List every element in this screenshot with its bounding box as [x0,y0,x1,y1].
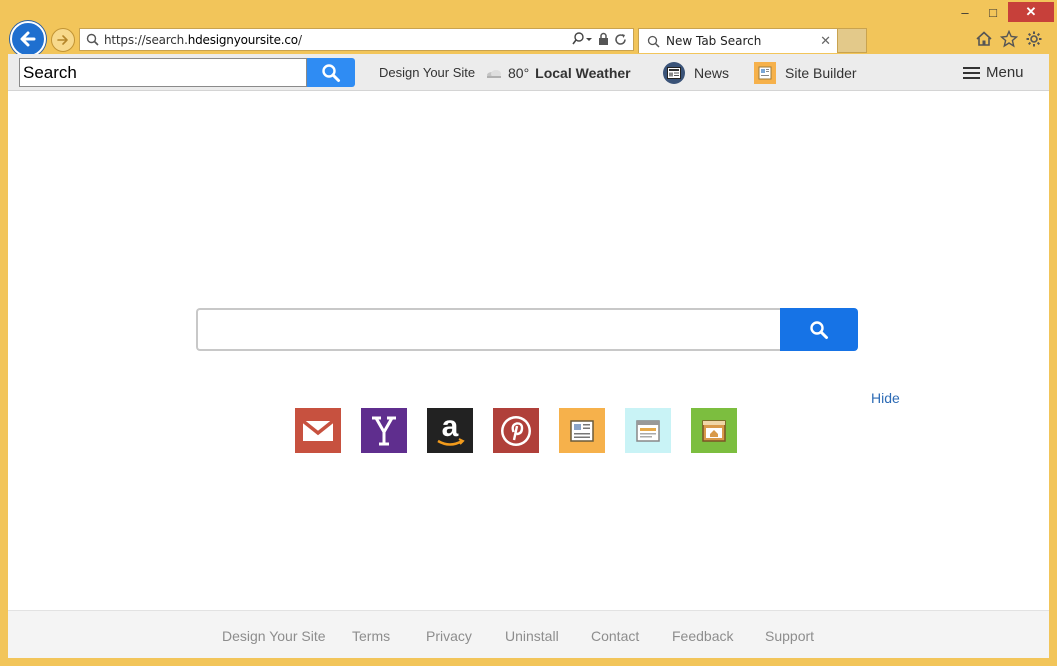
cloud-icon [487,69,501,78]
news-app-icon [570,419,594,442]
home-icon[interactable] [975,30,993,48]
footer-link-support[interactable]: Support [765,628,814,644]
shortcut-yahoo[interactable] [361,408,407,453]
pinterest-icon [501,415,531,446]
toolbar-menu[interactable]: Menu [963,54,1024,91]
forward-button[interactable] [51,28,75,52]
web-page-icon [636,419,660,442]
toolbar-search-button[interactable] [307,58,355,87]
refresh-icon[interactable] [614,33,627,46]
footer-link-contact[interactable]: Contact [591,628,639,644]
footer-link-feedback[interactable]: Feedback [672,628,733,644]
tab-title: New Tab Search [666,34,762,48]
page-content: Hide a [8,91,1049,610]
shortcut-gmail[interactable] [295,408,341,453]
weather-label: Local Weather [535,64,631,81]
new-tab-button[interactable] [838,28,867,53]
toolbar-brand[interactable]: Design Your Site [379,54,475,91]
footer-link-terms[interactable]: Terms [352,628,390,644]
shortcut-web-app[interactable] [625,408,671,453]
search-icon [80,33,104,46]
shortcut-home-app[interactable] [691,408,737,453]
favorites-star-icon[interactable] [1000,30,1018,48]
hide-shortcuts-link[interactable]: Hide [871,390,900,406]
site-builder-label: Site Builder [785,64,857,81]
toolbar-search-input[interactable]: Search [19,58,307,87]
shortcut-pinterest[interactable] [493,408,539,453]
lock-icon[interactable] [598,32,609,46]
tab-new-tab-search[interactable]: New Tab Search ✕ [638,28,838,53]
gmail-icon [302,419,334,441]
toolbar-news[interactable]: News [663,54,729,91]
search-icon [810,320,828,339]
address-tools [571,32,627,46]
back-button[interactable] [10,21,46,57]
close-window-button[interactable]: ✕ [1008,2,1054,22]
main-search-input[interactable] [196,308,781,351]
search-icon [322,63,340,82]
address-url[interactable]: https://search.hdesignyoursite.co/ [104,33,302,47]
search-dropdown-icon[interactable] [571,32,593,46]
toolbar-weather[interactable]: 80° Local Weather [486,54,631,91]
minimize-button[interactable]: – [948,2,982,22]
shortcut-amazon[interactable]: a [427,408,473,453]
settings-gear-icon[interactable] [1025,30,1043,48]
hamburger-menu-icon [963,66,980,79]
back-arrow-icon [20,31,36,47]
footer-link-uninstall[interactable]: Uninstall [505,628,559,644]
menu-label: Menu [986,64,1024,81]
footer-link-privacy[interactable]: Privacy [426,628,472,644]
site-builder-icon [754,61,776,84]
weather-temperature: 80° [508,64,530,81]
url-prefix: https://search. [104,32,188,47]
news-label: News [694,64,730,81]
main-search-button[interactable] [780,308,858,351]
tab-close-icon[interactable]: ✕ [820,33,831,49]
extension-toolbar: Search Design Your Site 80° Local Weathe… [8,54,1049,91]
url-domain: hdesignyoursite.co [187,32,298,47]
amazon-icon: a [437,412,465,446]
footer-link-design-your-site[interactable]: Design Your Site [222,628,326,644]
tab-search-icon [647,35,660,48]
address-bar[interactable]: https://search.hdesignyoursite.co/ [79,28,634,51]
svg-text:a: a [442,412,459,443]
page-footer: Design Your Site Terms Privacy Uninstall… [8,610,1049,658]
forward-arrow-icon [57,35,68,45]
browser-window: – □ ✕ https://search.hdesignyoursite.co/… [0,0,1057,666]
toolbar-site-builder[interactable]: Site Builder [754,54,857,91]
maximize-button[interactable]: □ [982,2,1004,22]
url-suffix: / [297,32,302,47]
home-page-icon [702,419,726,442]
shortcut-news-app[interactable] [559,408,605,453]
newspaper-icon [663,61,685,84]
yahoo-icon [372,416,396,445]
